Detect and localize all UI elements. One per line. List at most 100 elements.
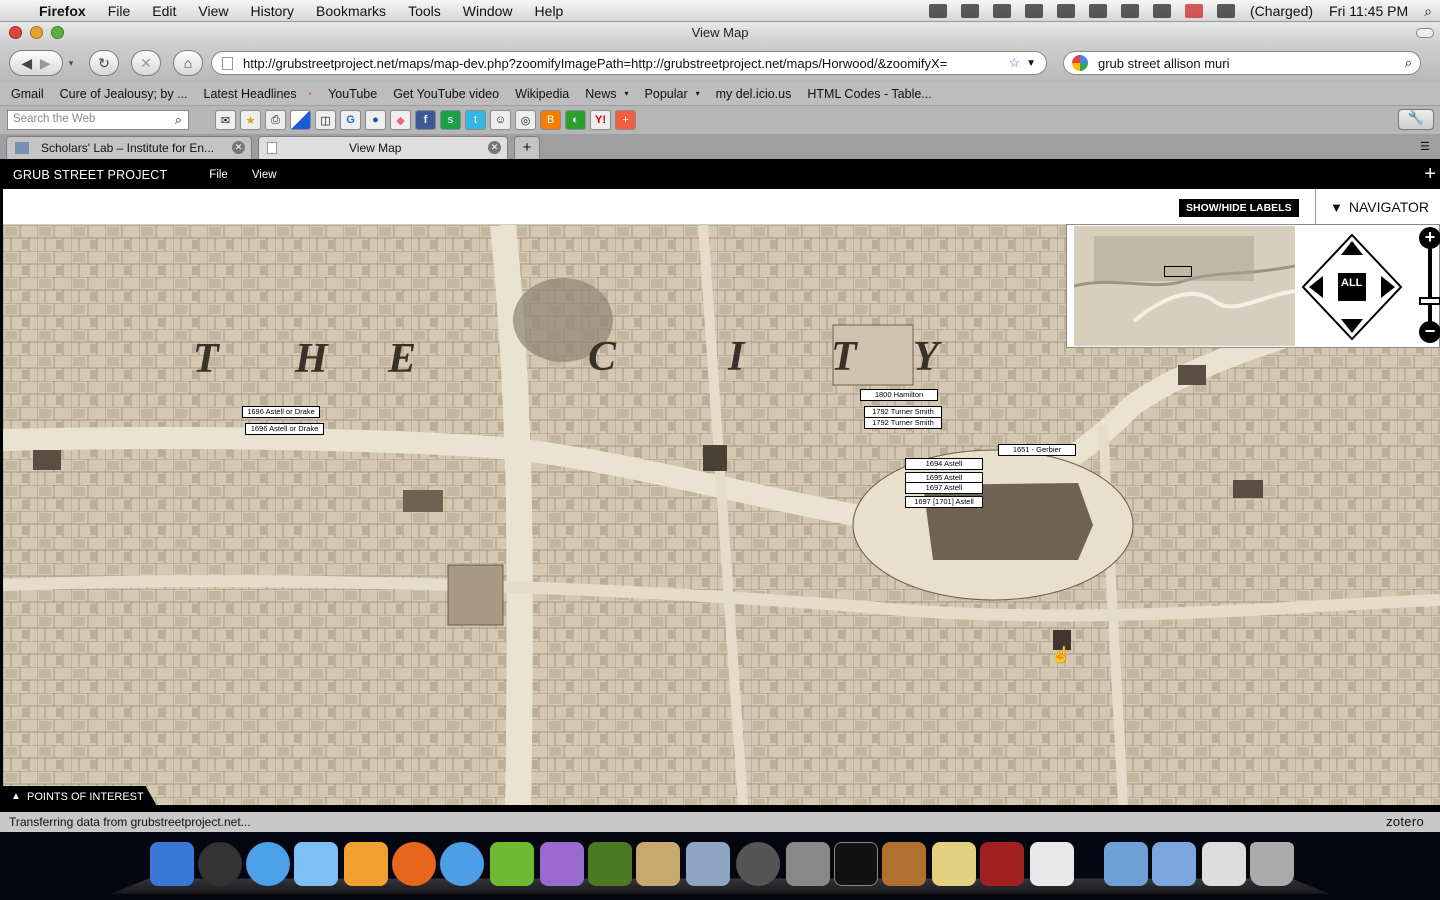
reload-button[interactable]: ↻ xyxy=(89,50,119,76)
app-menu-view[interactable]: View xyxy=(228,169,277,181)
bookmark-item[interactable]: Get YouTube video xyxy=(385,87,507,101)
tab-list-icon[interactable]: ☰ xyxy=(1420,140,1436,154)
finder-icon[interactable] xyxy=(150,842,194,886)
bookmark-item[interactable]: YouTube xyxy=(320,87,385,101)
wrench-icon[interactable]: 🔧 xyxy=(1398,109,1434,130)
add-share-icon[interactable]: + xyxy=(615,110,636,130)
battery-status[interactable]: (Charged) xyxy=(1250,3,1313,19)
url-bar[interactable]: http://grubstreetproject.net/maps/map-de… xyxy=(211,51,1047,75)
tab-view-map[interactable]: View Map ✕ xyxy=(258,136,508,159)
trash-icon[interactable] xyxy=(1250,842,1294,886)
search-icon[interactable]: ⌕ xyxy=(175,112,182,128)
menu-view[interactable]: View xyxy=(187,3,239,19)
zoom-handle[interactable] xyxy=(1419,297,1440,305)
app-icon[interactable] xyxy=(882,842,926,886)
app-icon[interactable] xyxy=(490,842,534,886)
poi-label[interactable]: 1696 Astell or Drake xyxy=(245,423,324,435)
poi-label[interactable]: 1697 [1701] Astell xyxy=(905,496,983,508)
zoom-out-icon[interactable]: − xyxy=(1419,321,1440,343)
terminal-icon[interactable] xyxy=(834,842,878,886)
close-window-icon[interactable] xyxy=(9,26,22,39)
myspace-icon[interactable]: ● xyxy=(365,110,386,130)
battery-icon[interactable] xyxy=(1217,4,1236,18)
delicious-icon[interactable] xyxy=(290,110,311,130)
bookmark-item[interactable]: my del.icio.us xyxy=(708,87,800,101)
menu-help[interactable]: Help xyxy=(524,3,575,19)
spaces-icon[interactable] xyxy=(993,4,1012,18)
google-icon[interactable]: G xyxy=(340,110,361,130)
star-icon[interactable]: ★ xyxy=(240,110,261,130)
firefox-icon[interactable] xyxy=(392,842,436,886)
new-tab-button[interactable]: + xyxy=(514,136,540,159)
bookmark-item[interactable]: Cure of Jealousy; by ... xyxy=(52,87,196,101)
poi-label[interactable]: 1696 Astell or Drake xyxy=(242,406,320,418)
facebook-icon[interactable]: f xyxy=(415,110,436,130)
digg-icon[interactable]: ◫ xyxy=(315,110,336,130)
zoom-window-icon[interactable] xyxy=(51,26,64,39)
zotero-button[interactable]: zotero xyxy=(1386,812,1424,832)
acrobat-icon[interactable] xyxy=(1030,842,1074,886)
folder-icon[interactable] xyxy=(1152,842,1196,886)
expand-plus-icon[interactable]: + xyxy=(1424,163,1436,186)
menu-edit[interactable]: Edit xyxy=(141,3,187,19)
reddit-icon[interactable]: ◎ xyxy=(515,110,536,130)
volume-icon[interactable] xyxy=(1153,4,1172,18)
forward-icon[interactable]: ▶ xyxy=(40,55,51,72)
preview-icon[interactable] xyxy=(686,842,730,886)
toolbar-toggle-icon[interactable] xyxy=(1416,28,1434,38)
stop-button[interactable]: ✕ xyxy=(131,50,161,76)
bookmark-item[interactable]: Wikipedia xyxy=(507,87,577,101)
mail-icon[interactable]: ✉ xyxy=(215,110,236,130)
pan-all-button[interactable]: ALL xyxy=(1341,277,1362,289)
poi-label[interactable]: 1792 Turner Smith xyxy=(864,417,942,429)
viewport-indicator[interactable] xyxy=(1164,266,1192,277)
print-icon[interactable]: ⎙ xyxy=(265,110,286,130)
poi-label[interactable]: 1694 Astell xyxy=(905,458,983,470)
menu-app-name[interactable]: Firefox xyxy=(28,3,97,19)
system-preferences-icon[interactable] xyxy=(786,842,830,886)
show-hide-labels-button[interactable]: SHOW/HIDE LABELS xyxy=(1179,199,1299,217)
search-bar[interactable]: grub street allison muri ⌕ xyxy=(1063,51,1421,75)
app-menu-file[interactable]: File xyxy=(167,169,228,181)
time-machine-icon[interactable] xyxy=(736,842,780,886)
close-tab-icon[interactable]: ✕ xyxy=(488,141,501,154)
poi-label[interactable]: 1800 Hamilton xyxy=(860,389,938,401)
document-stack-icon[interactable] xyxy=(1202,842,1246,886)
bookmark-star-icon[interactable]: ☆ xyxy=(1008,55,1020,71)
zoom-in-icon[interactable]: + xyxy=(1419,227,1440,249)
bluetooth-icon[interactable] xyxy=(1089,4,1108,18)
navigator-thumbnail[interactable] xyxy=(1074,226,1295,346)
zoom-slider[interactable]: + − xyxy=(1419,227,1440,345)
display-icon[interactable] xyxy=(1025,4,1044,18)
menu-bookmarks[interactable]: Bookmarks xyxy=(305,3,397,19)
twitter-icon[interactable]: t xyxy=(465,110,486,130)
windows-live-icon[interactable]: ◆ xyxy=(390,110,411,130)
google-icon[interactable] xyxy=(1072,55,1088,71)
app-icon[interactable] xyxy=(636,842,680,886)
smile-icon[interactable]: ☺ xyxy=(490,110,511,130)
back-icon[interactable]: ◀ xyxy=(21,55,32,72)
url-dropdown-icon[interactable]: ▼ xyxy=(1026,58,1036,69)
app-icon[interactable] xyxy=(932,842,976,886)
menubar-clock[interactable]: Fri 11:45 PM xyxy=(1329,3,1408,19)
web-search-input[interactable]: Search the Web ⌕ xyxy=(7,110,189,130)
safari-icon[interactable] xyxy=(246,842,290,886)
poi-label[interactable]: 1697 Astell xyxy=(905,482,983,494)
app-icon[interactable] xyxy=(294,842,338,886)
url-text[interactable]: http://grubstreetproject.net/maps/map-de… xyxy=(243,56,1002,71)
search-icon[interactable]: ⌕ xyxy=(1405,55,1412,71)
menu-file[interactable]: File xyxy=(97,3,142,19)
bookmark-item[interactable]: Gmail xyxy=(0,87,52,101)
menu-tools[interactable]: Tools xyxy=(397,3,452,19)
yahoo-icon[interactable]: Y! xyxy=(590,110,611,130)
stumbleupon-icon[interactable]: s xyxy=(440,110,461,130)
wifi-icon[interactable] xyxy=(1121,4,1140,18)
app-icon[interactable] xyxy=(344,842,388,886)
navigator-toggle[interactable]: ▼ NAVIGATOR xyxy=(1315,189,1440,225)
home-button[interactable]: ⌂ xyxy=(173,50,203,76)
dashboard-icon[interactable] xyxy=(198,842,242,886)
status-icon[interactable] xyxy=(961,4,980,18)
app-title[interactable]: GRUB STREET PROJECT xyxy=(0,168,167,182)
flag-icon[interactable] xyxy=(1185,4,1204,18)
time-machine-icon[interactable] xyxy=(1057,4,1076,18)
